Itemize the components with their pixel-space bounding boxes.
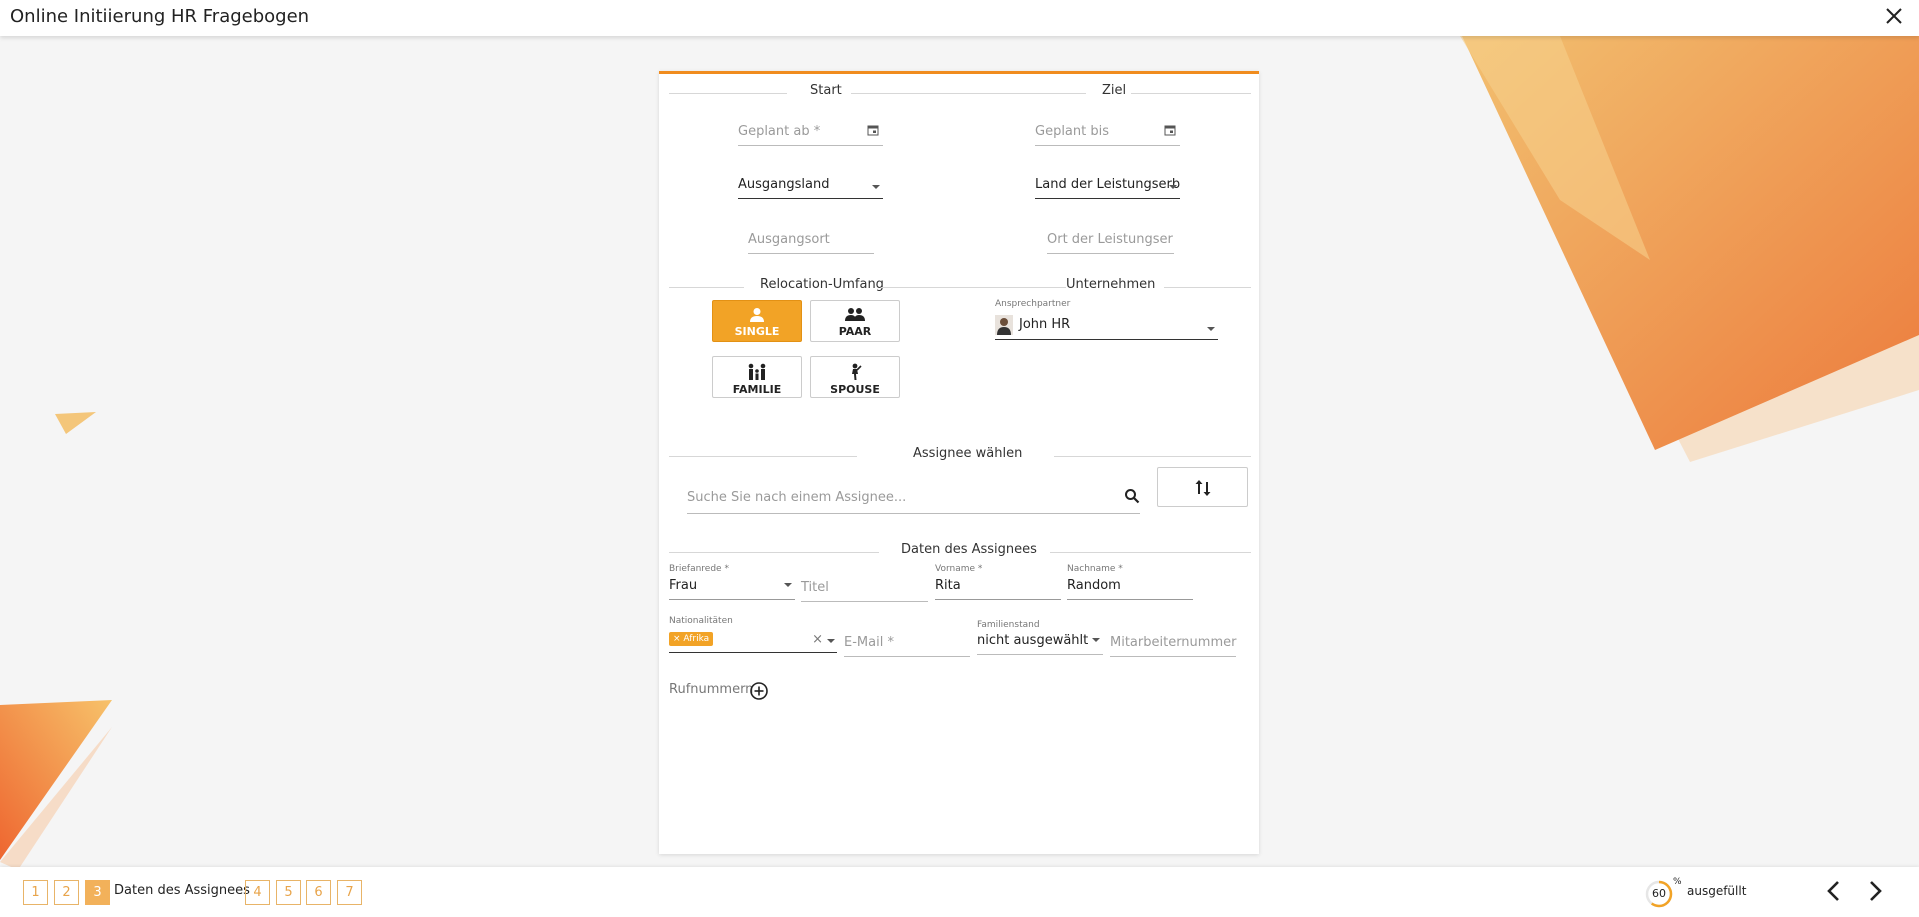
contact-select[interactable]: John HR (995, 314, 1218, 340)
clear-icon[interactable]: × (812, 632, 823, 647)
section-unternehmen-label: Unternehmen (1066, 277, 1156, 292)
swap-button[interactable] (1157, 467, 1248, 507)
footer-bar: 1 2 3 Daten des Assignees 4 5 6 7 60 % a… (0, 867, 1919, 917)
title-bar: Online Initiierung HR Fragebogen (0, 0, 1919, 36)
scope-single-button[interactable]: SINGLE (712, 300, 802, 342)
salutation-select[interactable]: Frau (669, 578, 795, 600)
step-1[interactable]: 1 (23, 880, 48, 905)
chevron-down-icon (1207, 327, 1215, 331)
nationality-select[interactable]: × Afrika × (669, 631, 837, 653)
scope-spouse-button[interactable]: SPOUSE (810, 356, 900, 398)
section-assignee-select-label: Assignee wählen (913, 446, 1023, 461)
chevron-left-icon[interactable] (1822, 879, 1846, 903)
section-assignee-data-label: Daten des Assignees (901, 542, 1037, 557)
spouse-icon (852, 363, 862, 380)
people-icon (845, 308, 865, 321)
planned-from-field[interactable]: Geplant ab * (738, 124, 883, 146)
nationality-chip[interactable]: × Afrika (669, 632, 714, 646)
section-relocation: Relocation-Umfang Unternehmen (669, 277, 1251, 297)
marital-label: Familienstand (977, 620, 1040, 630)
step-4[interactable]: 4 (245, 880, 270, 905)
chevron-down-icon (784, 583, 792, 587)
phones-label: Rufnummern (669, 682, 754, 697)
family-icon (748, 363, 766, 380)
lastname-field[interactable]: Random (1067, 578, 1193, 600)
email-field[interactable]: E-Mail * (844, 635, 970, 657)
chevron-down-icon (1169, 185, 1177, 189)
section-start: Start Ziel (669, 83, 1251, 103)
active-step-label: Daten des Assignees (114, 883, 250, 898)
person-icon (750, 308, 764, 322)
progress-text: ausgefüllt (1687, 884, 1747, 898)
section-assignee-select: Assignee wählen (669, 446, 1251, 466)
chevron-down-icon (1092, 638, 1100, 642)
progress-value: 60 (1652, 887, 1666, 900)
origin-country-select[interactable]: Ausgangsland (738, 177, 883, 199)
salutation-label: Briefanrede * (669, 564, 729, 574)
planned-to-field[interactable]: Geplant bis (1035, 124, 1180, 146)
service-place-field[interactable]: Ort der Leistungserb... (1047, 232, 1174, 254)
add-circle-icon[interactable] (749, 681, 769, 701)
chip-remove-icon[interactable]: × (673, 634, 683, 644)
step-5[interactable]: 5 (276, 880, 301, 905)
scope-familie-button[interactable]: FAMILIE (712, 356, 802, 398)
chevron-down-icon (872, 185, 880, 189)
step-7[interactable]: 7 (337, 880, 362, 905)
form-card: Start Ziel Geplant ab * Geplant bis Ausg… (659, 71, 1259, 854)
section-relocation-label: Relocation-Umfang (760, 277, 884, 292)
calendar-icon[interactable] (1164, 124, 1176, 136)
section-assignee-data: Daten des Assignees (669, 542, 1251, 562)
step-3[interactable]: 3 (85, 880, 110, 905)
step-6[interactable]: 6 (306, 880, 331, 905)
firstname-label: Vorname * (935, 564, 983, 574)
section-ziel-label: Ziel (1102, 83, 1127, 98)
lastname-label: Nachname * (1067, 564, 1123, 574)
avatar (995, 315, 1013, 335)
calendar-icon[interactable] (867, 124, 879, 136)
search-icon[interactable] (1124, 488, 1140, 504)
scope-paar-button[interactable]: PAAR (810, 300, 900, 342)
nationality-label: Nationalitäten (669, 616, 733, 626)
assignee-search-input[interactable]: Suche Sie nach einem Assignee... (687, 488, 1140, 514)
swap-vertical-icon (1195, 480, 1211, 496)
chevron-down-icon (827, 639, 835, 643)
firstname-field[interactable]: Rita (935, 578, 1061, 600)
origin-place-field[interactable]: Ausgangsort (748, 232, 874, 254)
section-start-label: Start (810, 83, 842, 98)
marital-select[interactable]: nicht ausgewählt (977, 633, 1103, 655)
contact-label: Ansprechpartner (995, 299, 1071, 309)
service-country-select[interactable]: Land der Leistungserbringung (1035, 177, 1180, 199)
employee-number-field[interactable]: Mitarbeiternummer (1110, 635, 1236, 657)
chevron-right-icon[interactable] (1863, 879, 1887, 903)
step-2[interactable]: 2 (54, 880, 79, 905)
progress-unit: % (1673, 877, 1682, 887)
window-title: Online Initiierung HR Fragebogen (10, 6, 310, 27)
close-icon[interactable] (1883, 5, 1905, 27)
title-field[interactable]: Titel (801, 580, 928, 602)
